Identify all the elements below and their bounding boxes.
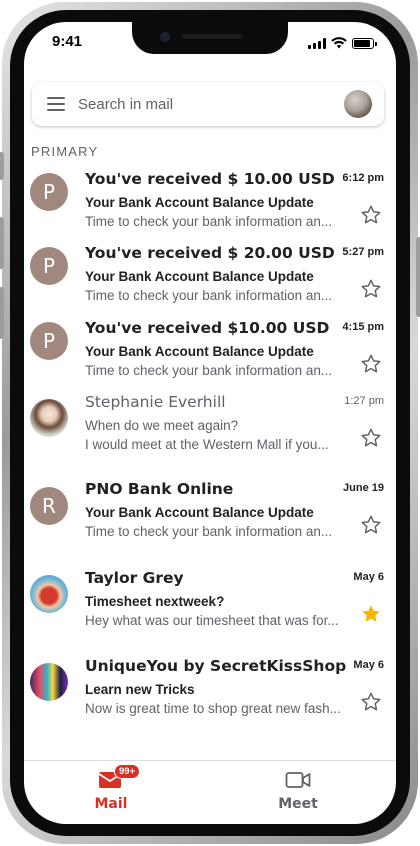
battery-icon — [352, 37, 377, 49]
mail-row[interactable]: P You've received $ 10.00 USD 6:12 pm Your … — [24, 170, 396, 244]
front-camera — [160, 32, 170, 42]
star-outline-icon[interactable] — [360, 427, 382, 449]
screen: 9:41 PRIMARY P You've received $ 10.00 US… — [24, 22, 396, 824]
mail-subject: Your Bank Account Balance Update — [85, 269, 314, 284]
mail-sender: UniqueYou by SecretKissShop — [85, 657, 347, 675]
mail-sender: You've received $ 20.00 USD — [85, 244, 335, 262]
mail-time: June 19 — [343, 482, 384, 494]
section-label-primary: PRIMARY — [31, 144, 99, 159]
nav-meet[interactable]: Meet — [253, 770, 343, 812]
avatar-letter: P — [42, 254, 56, 278]
mail-time: 6:12 pm — [342, 172, 384, 184]
star-outline-icon[interactable] — [360, 204, 382, 226]
star-outline-icon[interactable] — [360, 278, 382, 300]
sender-avatar: P — [30, 322, 68, 360]
mail-sender: PNO Bank Online — [85, 480, 234, 498]
star-outline-icon[interactable] — [360, 514, 382, 536]
search-bar[interactable] — [32, 82, 384, 126]
sender-avatar — [30, 663, 68, 701]
mail-time: May 6 — [353, 571, 384, 583]
cellular-signal-icon — [308, 37, 326, 49]
mail-snippet: I would meet at the Western Mall if you.… — [85, 437, 329, 452]
mail-subject: Your Bank Account Balance Update — [85, 344, 314, 359]
nav-mail[interactable]: 99+ Mail — [66, 764, 156, 812]
mail-row[interactable]: P You've received $10.00 USD 4:15 pm Your B… — [24, 319, 396, 393]
mail-time: May 6 — [353, 659, 384, 671]
menu-icon[interactable] — [47, 97, 65, 111]
mail-sender: Stephanie Everhill — [85, 393, 226, 411]
nav-meet-label: Meet — [278, 796, 318, 812]
star-outline-icon[interactable] — [360, 353, 382, 375]
search-input[interactable] — [78, 95, 318, 113]
mail-badge: 99+ — [114, 764, 141, 779]
mail-subject: When do we meet again? — [85, 418, 239, 433]
mute-switch — [0, 152, 4, 180]
mail-row[interactable]: P You've received $ 20.00 USD 5:27 pm Your … — [24, 244, 396, 318]
mail-row[interactable]: R PNO Bank Online June 19 Your Bank Account… — [24, 480, 396, 554]
star-filled-icon[interactable] — [360, 603, 382, 625]
sender-avatar — [30, 575, 68, 613]
nav-mail-label: Mail — [94, 796, 128, 812]
mail-snippet: Time to check your bank information an..… — [85, 214, 333, 229]
mail-snippet: Time to check your bank information an..… — [85, 524, 333, 539]
account-avatar[interactable] — [344, 90, 372, 118]
mail-time: 1:27 pm — [344, 395, 384, 407]
mail-row[interactable]: UniqueYou by SecretKissShop May 6 Learn ne… — [24, 657, 396, 731]
wifi-icon — [331, 37, 347, 49]
avatar-letter: R — [42, 494, 56, 518]
avatar-letter: P — [42, 180, 56, 204]
sender-avatar: P — [30, 247, 68, 285]
mail-subject: Your Bank Account Balance Update — [85, 195, 314, 210]
status-icons — [308, 37, 377, 49]
notch — [132, 22, 288, 54]
earpiece-speaker — [182, 34, 242, 39]
sender-avatar: R — [30, 487, 68, 525]
sender-avatar: P — [30, 173, 68, 211]
mail-icon: 99+ — [98, 764, 141, 790]
mail-snippet: Time to check your bank information an..… — [85, 363, 333, 378]
star-outline-icon[interactable] — [360, 691, 382, 713]
status-time: 9:41 — [52, 33, 83, 50]
mail-sender: Taylor Grey — [85, 569, 184, 587]
mail-time: 5:27 pm — [342, 246, 384, 258]
mail-subject: Your Bank Account Balance Update — [85, 505, 314, 520]
volume-down-button — [0, 287, 4, 339]
power-button — [416, 237, 420, 317]
mail-row[interactable]: Stephanie Everhill 1:27 pm When do we meet… — [24, 393, 396, 467]
mail-snippet: Hey what was our timesheet that was for.… — [85, 613, 339, 628]
mail-subject: Timesheet nextweek? — [85, 594, 225, 609]
mail-time: 4:15 pm — [342, 321, 384, 333]
mail-row[interactable]: Taylor Grey May 6 Timesheet nextweek? Hey w… — [24, 569, 396, 643]
video-camera-icon — [285, 770, 311, 790]
volume-up-button — [0, 217, 4, 269]
bottom-nav-divider — [24, 760, 396, 761]
battery-level — [354, 39, 371, 47]
mail-subject: Learn new Tricks — [85, 682, 195, 697]
mail-snippet: Now is great time to shop great new fash… — [85, 701, 341, 716]
mail-sender: You've received $10.00 USD — [85, 319, 330, 337]
avatar-letter: P — [42, 329, 56, 353]
mail-snippet: Time to check your bank information an..… — [85, 288, 333, 303]
sender-avatar — [30, 399, 68, 437]
mail-sender: You've received $ 10.00 USD — [85, 170, 335, 188]
